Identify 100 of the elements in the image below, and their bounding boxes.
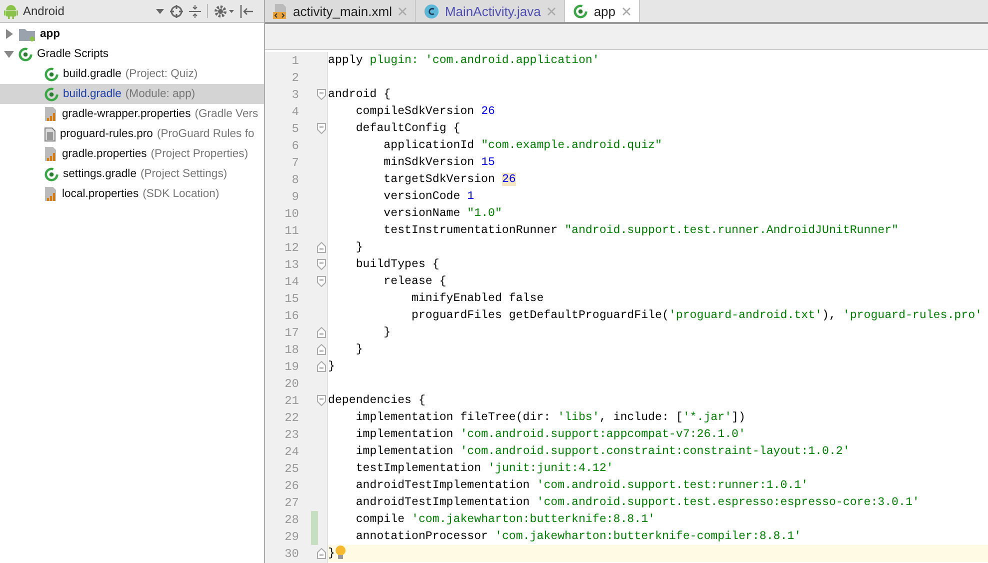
text-file-icon <box>44 126 56 142</box>
code-line: implementation 'com.android.support.constraint:constraint-layout:1.0.2' <box>354 445 850 458</box>
code-line: minifyEnabled false <box>410 292 544 305</box>
editor-tab[interactable]: app <box>564 0 640 22</box>
gradle-icon <box>572 4 588 18</box>
code-line: } <box>382 326 391 339</box>
file-description: (SDK Location) <box>142 188 220 200</box>
tree-item[interactable]: Gradle Scripts <box>0 44 264 64</box>
line-number: 19 <box>284 360 299 374</box>
line-number: 18 <box>284 342 299 356</box>
expanded-arrow-icon[interactable] <box>4 49 14 59</box>
properties-file-icon <box>44 186 58 202</box>
properties-file-icon <box>44 146 58 162</box>
code-line: } <box>328 360 335 373</box>
code-line: versionCode 1 <box>382 190 474 203</box>
gradle-icon <box>44 66 59 82</box>
code-line: dependencies { <box>328 394 426 407</box>
code-line: applicationId "com.example.android.quiz" <box>382 139 662 152</box>
line-number: 3 <box>290 88 299 102</box>
tree-item[interactable]: gradle-wrapper.properties (Gradle Vers <box>0 104 264 124</box>
code-line: android { <box>328 88 391 101</box>
code-line: } <box>354 241 363 254</box>
fold-marker-icon[interactable] <box>317 327 326 338</box>
code-line: androidTestImplementation 'com.android.support.test.espresso:espresso-core:3.0.1' <box>354 496 920 509</box>
code-line: release { <box>382 275 446 288</box>
line-number: 15 <box>284 292 299 306</box>
close-icon[interactable] <box>622 6 631 16</box>
code-line: implementation fileTree(dir: 'libs', include: ['*.jar']) <box>354 411 746 424</box>
file-description: (Project Settings) <box>140 168 228 180</box>
class-icon <box>424 4 439 18</box>
line-number: 1 <box>290 54 299 68</box>
code-line: androidTestImplementation 'com.android.support.test:runner:1.0.1' <box>354 479 808 492</box>
properties-file-icon <box>44 106 58 122</box>
fold-marker-icon[interactable] <box>317 548 326 559</box>
caret-icon <box>156 8 164 14</box>
fold-marker-icon[interactable] <box>317 259 326 270</box>
line-number: 9 <box>290 190 299 204</box>
line-number: 10 <box>284 206 299 220</box>
code-line: compileSdkVersion 26 <box>354 105 495 118</box>
file-name: Gradle Scripts <box>37 48 109 60</box>
tree-item[interactable]: app <box>0 24 264 44</box>
gradle-icon <box>44 166 59 182</box>
editor-tab[interactable]: MainActivity.java <box>416 0 565 22</box>
fold-marker-icon[interactable] <box>317 123 326 134</box>
tree-item[interactable]: build.gradle (Module: app) <box>0 84 264 104</box>
tree-item[interactable]: gradle.properties (Project Properties) <box>0 144 264 164</box>
code-line: compile 'com.jakewharton:butterknife:8.8.1' <box>354 513 656 526</box>
line-number: 29 <box>284 530 299 544</box>
hide-panel-icon[interactable] <box>240 4 253 18</box>
file-description: (Project: Quiz) <box>125 68 198 80</box>
line-number: 11 <box>284 224 299 238</box>
collapse-all-icon[interactable] <box>189 4 201 18</box>
lightbulb-icon[interactable] <box>334 545 346 560</box>
line-number: 7 <box>290 156 299 170</box>
line-number: 16 <box>284 308 299 322</box>
code-line: testImplementation 'junit:junit:4.12' <box>354 462 614 475</box>
file-description: (ProGuard Rules fo <box>156 128 254 140</box>
line-number: 25 <box>284 462 299 476</box>
line-number: 30 <box>284 546 299 560</box>
tree-item[interactable]: proguard-rules.pro (ProGuard Rules fo <box>0 124 264 144</box>
file-name: app <box>40 28 60 40</box>
line-number: 20 <box>284 376 299 390</box>
gradle-icon <box>44 86 59 102</box>
file-name: local.properties <box>62 188 139 200</box>
fold-marker-icon[interactable] <box>317 276 326 287</box>
fold-marker-icon[interactable] <box>317 395 326 406</box>
file-name: build.gradle <box>63 68 122 80</box>
file-name: build.gradle <box>63 88 122 100</box>
collapsed-arrow-icon[interactable] <box>4 29 14 39</box>
fold-marker-icon[interactable] <box>317 361 326 372</box>
file-description: (Module: app) <box>125 88 196 100</box>
line-number: 13 <box>284 258 299 272</box>
line-number: 17 <box>284 326 299 340</box>
line-number: 24 <box>284 444 299 458</box>
code-line: targetSdkVersion 26 <box>382 173 516 186</box>
code-line: buildTypes { <box>354 258 440 271</box>
line-number: 8 <box>290 172 299 186</box>
fold-marker-icon[interactable] <box>317 344 326 355</box>
code-line: versionName "1.0" <box>382 207 502 220</box>
line-number: 12 <box>284 240 299 254</box>
editor-tab[interactable]: activity_main.xml <box>265 0 416 22</box>
target-icon[interactable] <box>170 4 183 18</box>
file-name: gradle-wrapper.properties <box>62 108 191 120</box>
code-line: minSdkVersion 15 <box>382 156 495 169</box>
line-number: 5 <box>290 122 299 136</box>
code-line: implementation 'com.android.support:appcompat-v7:26.1.0' <box>354 428 746 441</box>
xml-file-icon <box>273 3 287 19</box>
code-line: annotationProcessor 'com.jakewharton:butterknife-compiler:8.8.1' <box>354 530 802 543</box>
tree-item[interactable]: build.gradle (Project: Quiz) <box>0 64 264 84</box>
tree-item[interactable]: settings.gradle (Project Settings) <box>0 164 264 184</box>
gradle-icon <box>18 46 33 62</box>
fold-marker-icon[interactable] <box>317 89 326 100</box>
fold-marker-icon[interactable] <box>317 242 326 253</box>
file-description: (Gradle Vers <box>194 108 258 120</box>
file-description: (Project Properties) <box>150 148 248 160</box>
line-number: 4 <box>290 104 299 118</box>
file-name: proguard-rules.pro <box>60 128 153 140</box>
tree-item[interactable]: local.properties (SDK Location) <box>0 184 264 204</box>
settings-icon[interactable] <box>214 4 234 18</box>
line-number: 28 <box>284 512 299 526</box>
